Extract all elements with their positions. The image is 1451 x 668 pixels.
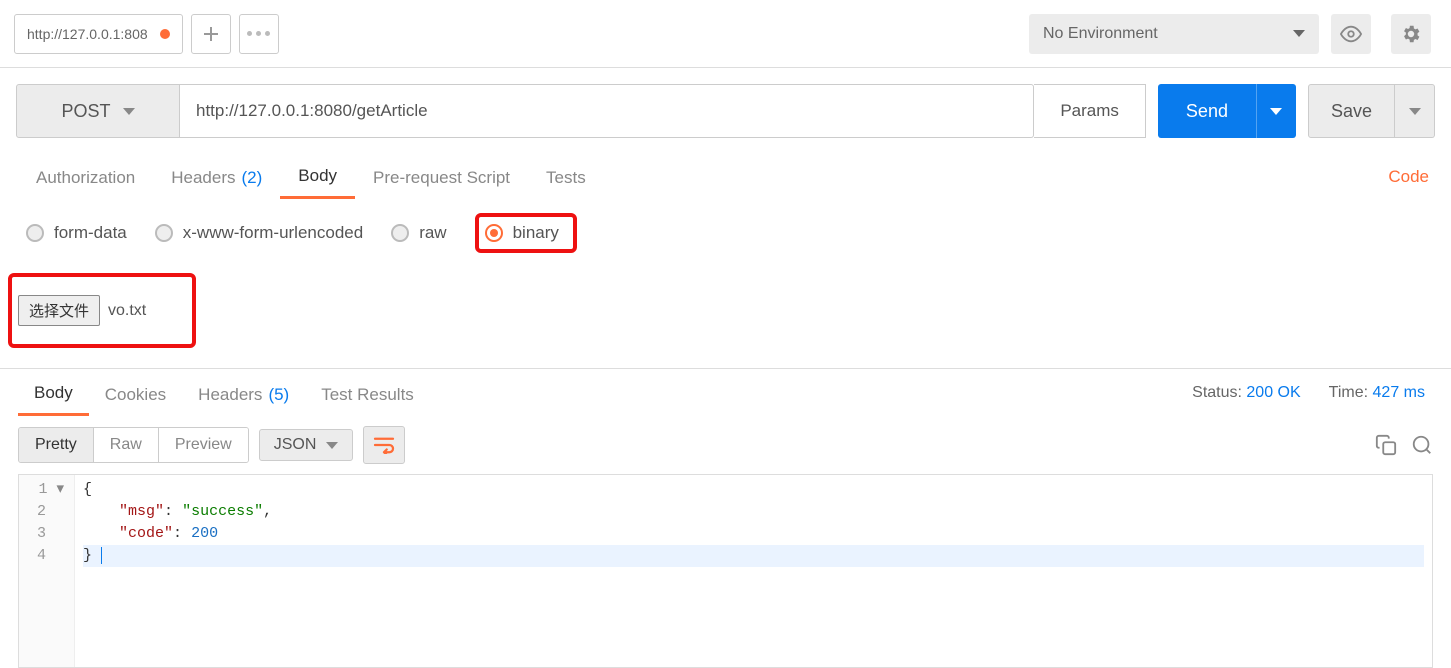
- top-bar: http://127.0.0.1:808 No Environment: [0, 0, 1451, 68]
- resp-tab-cookies[interactable]: Cookies: [89, 371, 182, 415]
- dirty-indicator: [160, 29, 170, 39]
- save-button[interactable]: Save: [1308, 84, 1395, 138]
- copy-response-button[interactable]: [1375, 434, 1397, 456]
- body-type-radios: form-data x-www-form-urlencoded raw bina…: [0, 199, 1451, 267]
- chevron-down-icon: [1409, 108, 1421, 115]
- radio-raw[interactable]: raw: [391, 223, 446, 243]
- radio-label: raw: [419, 223, 446, 243]
- code-link[interactable]: Code: [1384, 155, 1433, 199]
- wrap-lines-button[interactable]: [363, 426, 405, 464]
- code-token: 200: [191, 525, 218, 542]
- tab-label: Pre-request Script: [373, 168, 510, 188]
- highlight-box-file: 选择文件 vo.txt: [8, 273, 196, 348]
- radio-icon: [26, 224, 44, 242]
- code-token: "code": [119, 525, 173, 542]
- tab-prerequest[interactable]: Pre-request Script: [355, 156, 528, 198]
- headers-count: (2): [242, 168, 263, 188]
- code-token: }: [83, 547, 92, 564]
- url-input[interactable]: [180, 84, 1034, 138]
- response-meta: Status: 200 OK Time: 427 ms: [1192, 384, 1433, 402]
- new-tab-button[interactable]: [191, 14, 231, 54]
- language-select[interactable]: JSON: [259, 429, 354, 461]
- status-label: Status:: [1192, 384, 1242, 401]
- selected-filename: vo.txt: [108, 302, 146, 320]
- gutter: 1 ▾ 2 3 4: [19, 475, 75, 667]
- eye-icon: [1340, 23, 1362, 45]
- tab-authorization[interactable]: Authorization: [18, 156, 153, 198]
- radio-label: binary: [513, 223, 559, 243]
- environment-preview-button[interactable]: [1331, 14, 1371, 54]
- code-token: {: [83, 481, 92, 498]
- environment-select[interactable]: No Environment: [1029, 14, 1319, 54]
- language-label: JSON: [274, 436, 317, 454]
- http-method-select[interactable]: POST: [16, 84, 180, 138]
- tab-headers[interactable]: Headers (2): [153, 156, 280, 198]
- tab-tests[interactable]: Tests: [528, 156, 604, 198]
- tab-label: Authorization: [36, 168, 135, 188]
- tab-label: Test Results: [321, 385, 414, 405]
- resp-tab-body[interactable]: Body: [18, 369, 89, 416]
- code-area: { "msg": "success", "code": 200 }: [75, 475, 1432, 667]
- tab-body[interactable]: Body: [280, 154, 355, 199]
- search-icon: [1411, 434, 1433, 456]
- chevron-down-icon: [1293, 30, 1305, 37]
- status-value: 200 OK: [1246, 384, 1300, 401]
- save-dropdown-button[interactable]: [1395, 84, 1435, 138]
- chevron-down-icon: [1270, 108, 1282, 115]
- response-viewer-toolbar: Pretty Raw Preview JSON: [0, 416, 1451, 474]
- request-tabs: Authorization Headers (2) Body Pre-reque…: [0, 154, 1451, 199]
- copy-icon: [1375, 434, 1397, 456]
- radio-binary[interactable]: binary: [485, 223, 559, 243]
- highlight-box-binary: binary: [475, 213, 577, 253]
- code-token: "success": [182, 503, 263, 520]
- gear-icon: [1400, 23, 1422, 45]
- radio-xwww[interactable]: x-www-form-urlencoded: [155, 223, 363, 243]
- tab-label: Tests: [546, 168, 586, 188]
- request-bar: POST Params Send Save: [0, 68, 1451, 154]
- response-section: Body Cookies Headers (5) Test Results St…: [0, 368, 1451, 668]
- view-pretty-button[interactable]: Pretty: [19, 428, 94, 462]
- resp-tab-tests[interactable]: Test Results: [305, 371, 430, 415]
- wrap-icon: [373, 436, 395, 454]
- radio-icon: [391, 224, 409, 242]
- tab-label: Headers: [171, 168, 235, 188]
- request-tab-label: http://127.0.0.1:808: [27, 26, 148, 42]
- environment-label: No Environment: [1043, 25, 1158, 43]
- request-tab[interactable]: http://127.0.0.1:808: [14, 14, 183, 54]
- send-button[interactable]: Send: [1158, 84, 1256, 138]
- response-tabs: Body Cookies Headers (5) Test Results St…: [0, 369, 1451, 416]
- view-preview-button[interactable]: Preview: [159, 428, 248, 462]
- http-method-label: POST: [61, 101, 110, 122]
- radio-icon-selected: [485, 224, 503, 242]
- code-token: "msg": [119, 503, 164, 520]
- chevron-down-icon: [123, 108, 135, 115]
- view-mode-group: Pretty Raw Preview: [18, 427, 249, 463]
- tab-label: Body: [298, 166, 337, 186]
- tab-label: Body: [34, 383, 73, 403]
- resp-tab-headers[interactable]: Headers (5): [182, 371, 305, 415]
- resp-headers-count: (5): [268, 385, 289, 405]
- time-label: Time:: [1329, 384, 1368, 401]
- radio-label: form-data: [54, 223, 127, 243]
- ellipsis-icon: [247, 31, 270, 36]
- response-code-viewer[interactable]: 1 ▾ 2 3 4 { "msg": "success", "code": 20…: [18, 474, 1433, 668]
- send-dropdown-button[interactable]: [1256, 84, 1296, 138]
- radio-formdata[interactable]: form-data: [26, 223, 127, 243]
- chevron-down-icon: [326, 442, 338, 449]
- plus-icon: [204, 27, 218, 41]
- time-value: 427 ms: [1373, 384, 1425, 401]
- choose-file-button[interactable]: 选择文件: [18, 295, 100, 326]
- radio-icon: [155, 224, 173, 242]
- params-button[interactable]: Params: [1034, 84, 1146, 138]
- radio-label: x-www-form-urlencoded: [183, 223, 363, 243]
- view-raw-button[interactable]: Raw: [94, 428, 159, 462]
- search-response-button[interactable]: [1411, 434, 1433, 456]
- tab-label: Headers: [198, 385, 262, 405]
- tab-menu-button[interactable]: [239, 14, 279, 54]
- settings-button[interactable]: [1391, 14, 1431, 54]
- tab-label: Cookies: [105, 385, 166, 405]
